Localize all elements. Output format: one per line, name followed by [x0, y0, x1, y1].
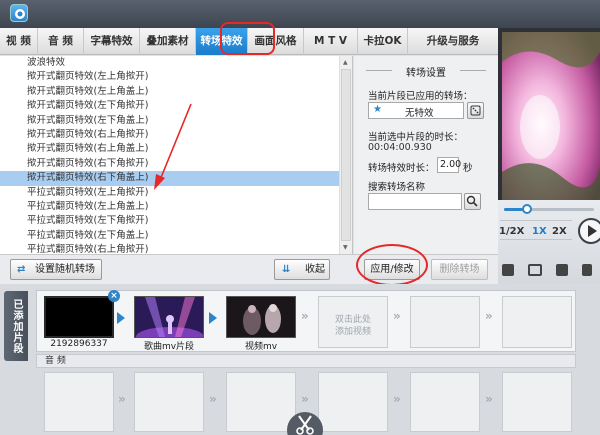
audio-slot[interactable]: [44, 372, 114, 432]
list-item[interactable]: 平拉式翻页特效(左下角盖上): [0, 229, 352, 243]
progress-track[interactable]: [504, 208, 594, 211]
tab-karaoke[interactable]: 卡拉OK: [358, 28, 408, 55]
player-toolbar: [502, 264, 596, 280]
save-icon[interactable]: [556, 264, 568, 276]
duration-label: 当前选中片段的时长：: [368, 132, 464, 143]
duration-value: 00:04:00.930: [368, 142, 432, 153]
clip-name-3: 视频mv: [244, 342, 278, 352]
transition-settings-panel: 转场设置 当前片段已应用的转场： ★ 无特效 当前选中片段的时长： 00:04:…: [354, 56, 498, 254]
export-icon[interactable]: [582, 264, 592, 276]
dice-icon: [470, 105, 481, 116]
list-scrollbar[interactable]: ▲ ▼: [339, 56, 352, 254]
random-transition-label: 设置随机转场: [35, 264, 95, 275]
random-transition-button[interactable]: ⇄ 设置随机转场: [10, 259, 102, 280]
audio-slot[interactable]: [318, 372, 388, 432]
audio-slot[interactable]: [410, 372, 480, 432]
scroll-down-icon[interactable]: ▼: [343, 244, 348, 251]
audio-slot[interactable]: [502, 372, 572, 432]
collapse-label: 收起: [305, 264, 325, 275]
chevron-right-icon: »: [393, 309, 401, 323]
empty-slot[interactable]: [410, 296, 480, 348]
list-item[interactable]: 揿开式翻页特效(左上角揿开): [0, 70, 352, 84]
transition-arrow-icon[interactable]: [117, 312, 125, 324]
snapshot-icon[interactable]: [502, 264, 514, 276]
search-button[interactable]: [464, 193, 481, 210]
tab-subtitle-effects[interactable]: 字幕特效: [84, 28, 140, 55]
shuffle-icon: ⇄: [17, 264, 26, 275]
tab-picture-style[interactable]: 画面风格: [248, 28, 304, 55]
audio-slot[interactable]: [134, 372, 204, 432]
effect-duration-label: 转场特效时长：: [368, 163, 435, 174]
folder-icon[interactable]: [528, 264, 542, 276]
collapse-button[interactable]: ⇊ 收起: [274, 259, 330, 280]
clip-thumbnail-1[interactable]: [44, 296, 114, 338]
performer-image: [227, 297, 295, 337]
list-item[interactable]: 波浪特效: [0, 56, 352, 70]
tab-audio[interactable]: 音 频: [38, 28, 84, 55]
search-input[interactable]: [368, 193, 462, 210]
stage-image: [135, 297, 203, 337]
effect-duration-input[interactable]: 2.00: [437, 157, 461, 173]
chevron-right-icon: »: [301, 309, 309, 323]
tab-overlay-materials[interactable]: 叠加素材: [140, 28, 196, 55]
transition-arrow-icon[interactable]: [209, 312, 217, 324]
scroll-up-icon[interactable]: ▲: [343, 59, 348, 66]
preview-image: [502, 32, 600, 200]
effect-duration-unit: 秒: [463, 163, 473, 174]
speed-double[interactable]: 2X: [552, 226, 567, 237]
chevron-right-icon: »: [301, 392, 309, 406]
chevron-right-icon: »: [393, 392, 401, 406]
list-item[interactable]: 平拉式翻页特效(左上角盖上): [0, 200, 352, 214]
list-item[interactable]: 平拉式翻页特效(右上角揿开): [0, 243, 352, 254]
speed-half[interactable]: 1/2X: [499, 226, 524, 237]
add-video-hint-2: 添加视频: [334, 327, 371, 337]
list-item[interactable]: 揿开式翻页特效(左上角盖上): [0, 85, 352, 99]
remove-clip-icon[interactable]: ×: [108, 290, 120, 302]
added-clips-side-tab[interactable]: 已添加片段: [4, 291, 28, 361]
list-item[interactable]: 平拉式翻页特效(左下角揿开): [0, 214, 352, 228]
tab-upgrade-service[interactable]: 升级与服务: [408, 28, 498, 55]
play-icon: [588, 225, 597, 237]
add-video-slot[interactable]: 双击此处 添加视频: [318, 296, 388, 348]
dice-button[interactable]: [467, 102, 484, 119]
settings-title: 转场设置: [354, 64, 498, 79]
clip-thumbnail-3[interactable]: [226, 296, 296, 338]
clip-name-2: 歌曲mv片段: [143, 342, 195, 352]
chevron-right-icon: »: [209, 392, 217, 406]
search-icon: [466, 195, 478, 207]
applied-transition-value: 无特效: [405, 108, 434, 119]
scroll-thumb[interactable]: [341, 69, 351, 241]
scissors-icon: [296, 415, 314, 435]
audio-slot[interactable]: [226, 372, 296, 432]
player-controls: [498, 200, 600, 284]
collapse-icon: ⇊: [282, 264, 291, 275]
play-button[interactable]: [578, 218, 600, 244]
app-logo-icon: [10, 4, 28, 22]
chevron-right-icon: »: [118, 392, 126, 406]
chevron-right-icon: »: [485, 392, 493, 406]
scissors-button[interactable]: [287, 412, 323, 435]
applied-transition-label: 当前片段已应用的转场：: [368, 91, 473, 102]
title-bar: [0, 0, 600, 28]
video-preview: [502, 32, 600, 200]
apply-modify-button[interactable]: 应用/修改: [364, 259, 420, 280]
clip-thumbnail-2[interactable]: [134, 296, 204, 338]
list-action-bar: ⇄ 设置随机转场 ⇊ 收起 应用/修改 删除转场: [0, 254, 498, 284]
progress-handle[interactable]: [521, 204, 532, 214]
empty-slot[interactable]: [502, 296, 572, 348]
applied-transition-field: ★ 无特效: [368, 102, 464, 119]
app-window: 视 频 音 频 字幕特效 叠加素材 转场特效 画面风格 M T V 卡拉OK 升…: [0, 0, 600, 435]
speed-normal[interactable]: 1X: [532, 226, 547, 237]
tab-video[interactable]: 视 频: [0, 28, 38, 55]
search-label: 搜索转场名称: [368, 182, 426, 193]
annotation-arrow: [154, 103, 192, 190]
main-tabs: 视 频 音 频 字幕特效 叠加素材 转场特效 画面风格 M T V 卡拉OK 升…: [0, 28, 498, 55]
clip-name-1: 2192896337: [50, 339, 108, 349]
tab-transition-effects[interactable]: 转场特效: [196, 28, 248, 55]
chevron-right-icon: »: [485, 309, 493, 323]
tab-mtv[interactable]: M T V: [304, 28, 358, 55]
star-icon: ★: [373, 104, 382, 115]
audio-track-label: 音 频: [36, 354, 576, 368]
delete-transition-button[interactable]: 删除转场: [431, 259, 488, 280]
